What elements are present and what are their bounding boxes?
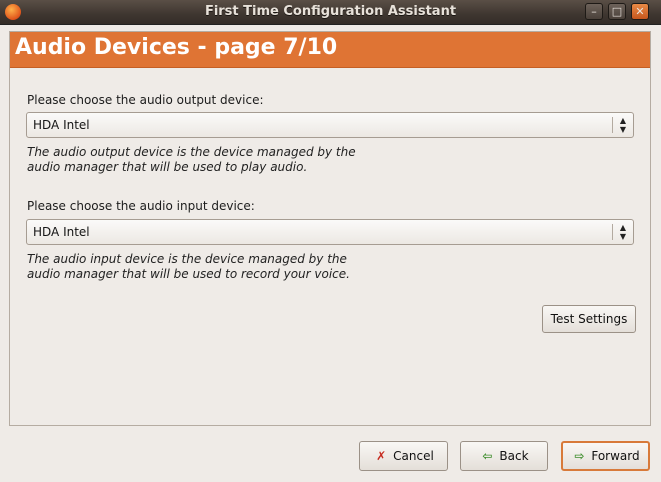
page-title: Audio Devices - page 7/10: [15, 35, 338, 60]
forward-button[interactable]: ⇨ Forward: [561, 441, 650, 471]
output-device-label: Please choose the audio output device:: [27, 93, 264, 107]
output-device-combo[interactable]: HDA Intel ▲ ▼: [26, 112, 634, 138]
output-device-hint: The audio output device is the device ma…: [27, 145, 407, 175]
output-device-value: HDA Intel: [33, 118, 90, 132]
input-device-hint: The audio input device is the device man…: [27, 252, 407, 282]
cancel-label: Cancel: [393, 449, 434, 463]
window-titlebar[interactable]: First Time Configuration Assistant – □ ✕: [0, 0, 661, 25]
window-title: First Time Configuration Assistant: [204, 4, 457, 19]
input-hint-line1: The audio input device is the device man…: [27, 252, 347, 266]
input-hint-line2: audio manager that will be used to recor…: [27, 267, 350, 281]
minimize-button[interactable]: –: [585, 3, 603, 20]
forward-label: Forward: [591, 449, 640, 463]
updown-arrows-icon: ▲ ▼: [619, 116, 627, 134]
combo-separator: [612, 224, 613, 240]
input-device-value: HDA Intel: [33, 225, 90, 239]
minimize-icon: –: [591, 5, 597, 18]
output-hint-line1: The audio output device is the device ma…: [27, 145, 356, 159]
test-settings-label: Test Settings: [550, 312, 628, 326]
combo-separator: [612, 117, 613, 133]
cancel-x-icon: ✗: [376, 449, 387, 463]
back-arrow-icon: ⇦: [482, 449, 493, 463]
maximize-icon: □: [611, 5, 623, 18]
cancel-button[interactable]: ✗ Cancel: [359, 441, 448, 471]
updown-arrows-icon: ▲ ▼: [619, 223, 627, 241]
output-hint-line2: audio manager that will be used to play …: [27, 160, 308, 174]
close-button[interactable]: ✕: [631, 3, 649, 20]
content-frame: Audio Devices - page 7/10 Please choose …: [9, 31, 651, 426]
test-settings-button[interactable]: Test Settings: [542, 305, 636, 333]
forward-arrow-icon: ⇨: [574, 449, 585, 463]
input-device-combo[interactable]: HDA Intel ▲ ▼: [26, 219, 634, 245]
page-header: Audio Devices - page 7/10: [10, 32, 650, 68]
input-device-label: Please choose the audio input device:: [27, 199, 255, 213]
close-icon: ✕: [635, 5, 645, 18]
back-button[interactable]: ⇦ Back: [460, 441, 548, 471]
maximize-button[interactable]: □: [608, 3, 626, 20]
back-label: Back: [499, 449, 529, 463]
